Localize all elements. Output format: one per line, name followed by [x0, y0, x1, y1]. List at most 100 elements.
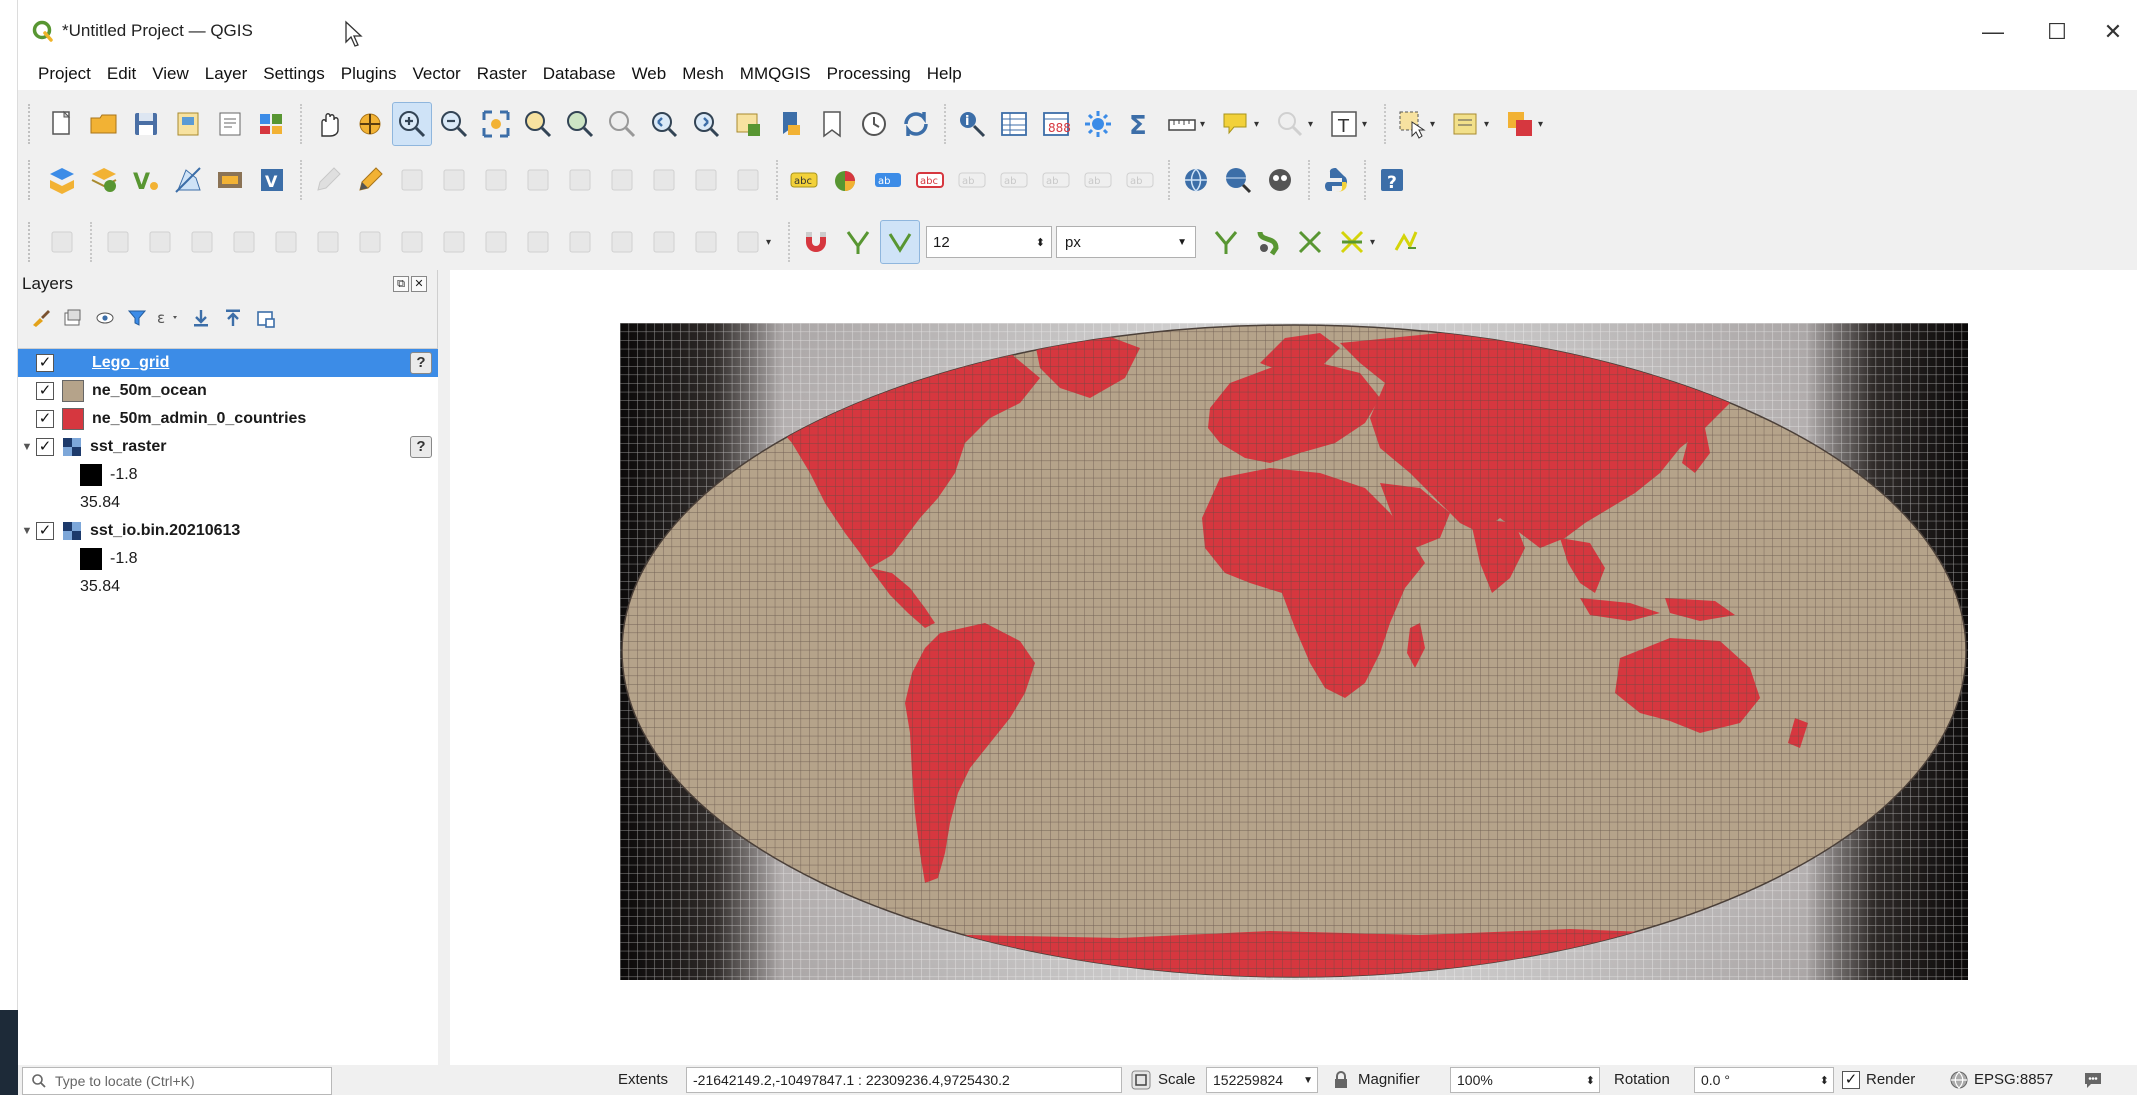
digitizing-more-dropdown-icon[interactable]: ▾ — [766, 237, 778, 248]
add-feature-button[interactable] — [434, 158, 474, 202]
menu-vector[interactable]: Vector — [405, 64, 469, 84]
messages-icon[interactable] — [2082, 1069, 2104, 1091]
add-vector-layer-button[interactable]: V — [126, 158, 166, 202]
layer-labeling-button[interactable]: abc — [784, 158, 824, 202]
render-checkbox[interactable]: ✓ — [1842, 1071, 1860, 1089]
show-hide-labels-button[interactable]: abc — [910, 158, 950, 202]
zoom-to-layer-button[interactable] — [560, 102, 600, 146]
processing-toolbox-button[interactable] — [1078, 102, 1118, 146]
rotate-label-button[interactable]: ab — [1036, 158, 1076, 202]
layer-visibility-checkbox[interactable]: ✓ — [36, 382, 54, 400]
layer-row-sst-raster[interactable]: ▼ ✓ sst_raster? — [18, 433, 438, 461]
toolbar-grip-handle[interactable] — [28, 222, 34, 262]
toggle-editing-button[interactable] — [350, 158, 390, 202]
layer-row-ne-50m-admin-0-countries[interactable]: ✓ ne_50m_admin_0_countries — [18, 405, 438, 433]
collapse-all-icon[interactable] — [220, 305, 246, 331]
pin-labels-button[interactable]: ab — [868, 158, 908, 202]
text-annotation-button[interactable]: T — [1324, 102, 1364, 146]
extents-field[interactable]: -21642149.2,-10497847.1 : 22309236.4,972… — [686, 1067, 1122, 1093]
snapping-layers-button[interactable] — [838, 220, 878, 264]
filter-expression-icon[interactable]: ε — [156, 305, 182, 331]
snapping-tolerance-input[interactable]: 12 ⬍ — [926, 226, 1052, 258]
self-snapping-button[interactable] — [1332, 220, 1372, 264]
menu-edit[interactable]: Edit — [99, 64, 144, 84]
new-3d-view-button[interactable] — [770, 102, 810, 146]
topological-editing-button[interactable] — [1248, 220, 1288, 264]
filter-legend-icon[interactable] — [124, 305, 150, 331]
advanced-digitizing-button[interactable] — [42, 220, 82, 264]
pan-to-selection-button[interactable] — [350, 102, 390, 146]
menu-help[interactable]: Help — [919, 64, 970, 84]
help-button[interactable]: ? — [1372, 158, 1412, 202]
scale-dependent-snapping-button[interactable] — [1386, 220, 1426, 264]
show-bookmarks-button[interactable] — [812, 102, 852, 146]
toolbar-grip-handle[interactable] — [28, 160, 34, 200]
measure-dropdown-icon[interactable]: ▾ — [1200, 119, 1212, 130]
zoom-full-button[interactable] — [476, 102, 516, 146]
expand-all-icon[interactable] — [188, 305, 214, 331]
select-features-dropdown-icon[interactable]: ▾ — [1430, 119, 1442, 130]
delete-part-button[interactable] — [560, 220, 600, 264]
locator-search-input[interactable]: Type to locate (Ctrl+K) — [22, 1067, 332, 1095]
menu-mmqgis[interactable]: MMQGIS — [732, 64, 819, 84]
rotate-features-button[interactable] — [308, 220, 348, 264]
fill-ring-button[interactable] — [476, 220, 516, 264]
zoom-last-button[interactable] — [644, 102, 684, 146]
offset-point-symbols-button[interactable] — [686, 220, 726, 264]
data-source-manager-button[interactable] — [42, 158, 82, 202]
geocoder-button[interactable] — [1218, 158, 1258, 202]
menu-mesh[interactable]: Mesh — [674, 64, 732, 84]
delete-ring-button[interactable] — [518, 220, 558, 264]
simplify-button[interactable] — [350, 220, 390, 264]
minimize-button[interactable]: — — [1968, 14, 2018, 50]
zoom-next-button[interactable] — [686, 102, 726, 146]
rotation-field[interactable]: 0.0 ° ⬍ — [1694, 1067, 1834, 1093]
new-project-button[interactable] — [42, 102, 82, 146]
new-print-layout-button[interactable] — [168, 102, 208, 146]
open-attribute-table-button[interactable] — [994, 102, 1034, 146]
move-label-button[interactable]: ab — [994, 158, 1034, 202]
new-shapefile-button[interactable] — [84, 158, 124, 202]
save-edits-button[interactable] — [392, 158, 432, 202]
snap-on-intersection-button[interactable] — [1290, 220, 1330, 264]
remove-layer-icon[interactable] — [252, 305, 278, 331]
zoom-in-button[interactable] — [392, 102, 432, 146]
style-brush-icon[interactable] — [28, 305, 54, 331]
layer-help-icon[interactable]: ? — [410, 436, 432, 458]
spin-arrows-icon[interactable]: ⬍ — [1036, 236, 1045, 249]
close-button[interactable]: ✕ — [2088, 14, 2137, 50]
temporal-controller-button[interactable] — [854, 102, 894, 146]
toggle-extents-icon[interactable] — [1130, 1069, 1152, 1091]
layer-diagram-button[interactable] — [826, 158, 866, 202]
field-calculator-button[interactable]: 888 — [1036, 102, 1076, 146]
search-gray-button[interactable] — [1270, 102, 1310, 146]
change-label-button[interactable]: ab — [1078, 158, 1118, 202]
open-project-button[interactable] — [84, 102, 124, 146]
expand-toggle-icon[interactable]: ▼ — [18, 441, 36, 453]
split-features-button[interactable] — [182, 220, 222, 264]
delete-selected-button[interactable] — [518, 158, 558, 202]
rotate-point-symbols-button[interactable] — [644, 220, 684, 264]
layer-row-ne-50m-ocean[interactable]: ✓ ne_50m_ocean — [18, 377, 438, 405]
menu-project[interactable]: Project — [30, 64, 99, 84]
add-ring-button[interactable] — [392, 220, 432, 264]
measure-button[interactable] — [1162, 102, 1202, 146]
visibility-eye-icon[interactable] — [92, 305, 118, 331]
offset-curve-button[interactable] — [140, 220, 180, 264]
pan-map-button[interactable] — [308, 102, 348, 146]
self-snapping-dropdown-icon[interactable]: ▾ — [1370, 237, 1382, 248]
zoom-out-button[interactable] — [434, 102, 474, 146]
current-edits-button[interactable] — [308, 158, 348, 202]
deselect-dropdown-icon[interactable]: ▾ — [1484, 119, 1496, 130]
copy-button[interactable] — [602, 158, 642, 202]
close-panel-icon[interactable]: ✕ — [411, 276, 427, 292]
statistical-summary-button[interactable]: Σ — [1120, 102, 1160, 146]
snapping-mode-button[interactable] — [880, 220, 920, 264]
menu-raster[interactable]: Raster — [469, 64, 535, 84]
label-tool-button[interactable]: ab — [1120, 158, 1160, 202]
map-tips-button[interactable] — [1216, 102, 1256, 146]
zoom-native-button[interactable] — [602, 102, 642, 146]
trim-extend-button[interactable] — [728, 220, 768, 264]
snapping-unit-select[interactable]: px ▼ — [1056, 226, 1196, 258]
add-group-icon[interactable] — [60, 305, 86, 331]
